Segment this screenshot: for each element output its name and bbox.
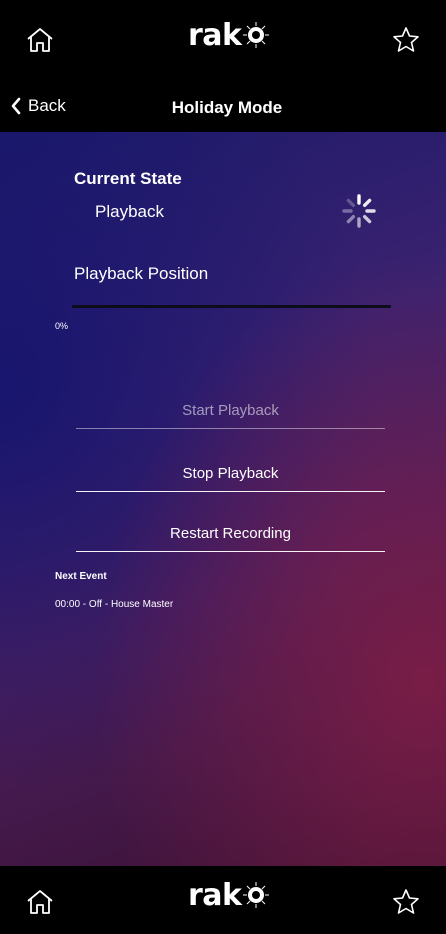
logo-wordmark: rak <box>188 878 242 913</box>
next-event-value: 00:00 - Off - House Master <box>55 599 174 610</box>
rako-logo: rako rak <box>188 18 269 53</box>
page-title-text: Holiday Mode <box>171 98 283 117</box>
restart-recording-button[interactable]: Restart Recording <box>76 515 385 552</box>
rako-logo: rako rak <box>188 878 269 913</box>
start-playback-label: Start Playback <box>182 401 279 419</box>
star-icon[interactable] <box>386 882 426 922</box>
main-content <box>0 132 446 866</box>
logo-wordmark: rak <box>188 18 242 53</box>
star-icon[interactable] <box>386 20 426 60</box>
playback-position-percent: 0% <box>55 321 69 331</box>
current-state-label: Current State <box>74 169 182 188</box>
restart-recording-label: Restart Recording <box>170 524 291 542</box>
home-icon[interactable] <box>20 882 60 922</box>
logo-starburst-o <box>242 881 269 908</box>
current-state-value: Playback <box>95 202 164 221</box>
bottom-bar: rako rak <box>0 866 446 934</box>
start-playback-button[interactable]: Start Playback <box>76 392 385 429</box>
playback-position-label: Playback Position <box>74 264 209 283</box>
stop-playback-button[interactable]: Stop Playback <box>76 455 385 492</box>
stop-playback-label: Stop Playback <box>182 464 279 482</box>
activity-spinner-icon <box>340 192 378 230</box>
playback-progress-bar <box>72 305 391 308</box>
logo-starburst-o <box>242 21 269 48</box>
page-title: Holiday Mode <box>0 98 446 118</box>
home-icon[interactable] <box>20 20 60 60</box>
top-bar: rako rak <box>0 0 446 80</box>
next-event-label: Next Event <box>55 571 107 582</box>
